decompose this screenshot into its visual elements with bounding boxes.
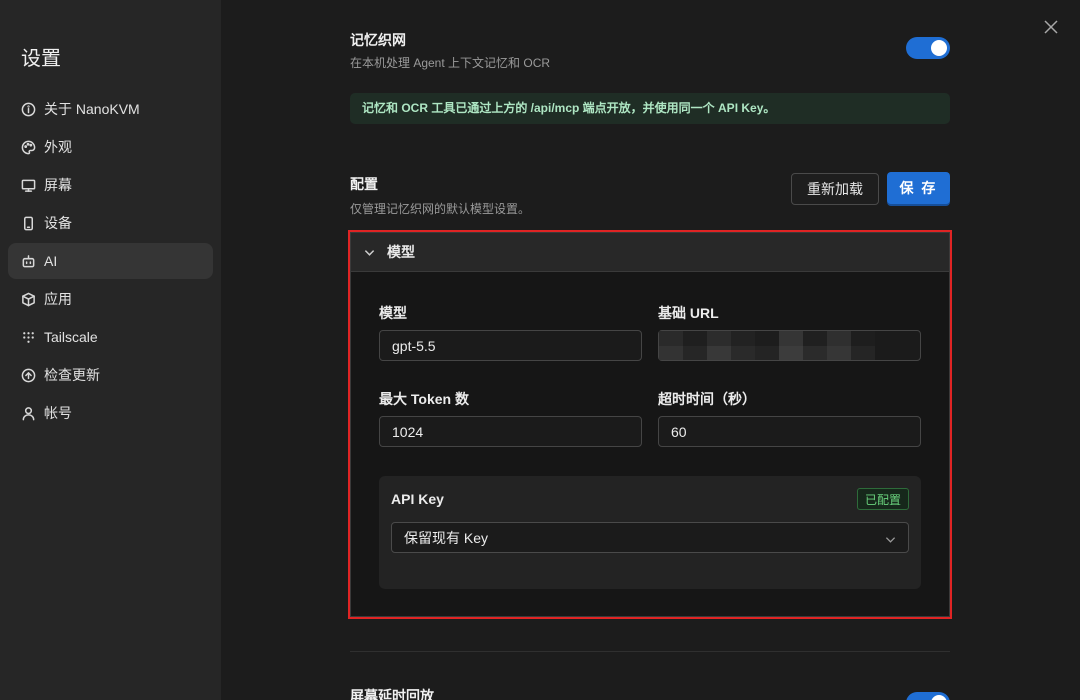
sidebar-item-apps[interactable]: 应用: [8, 281, 213, 317]
status-badge: 已配置: [857, 488, 909, 510]
memory-section-title: 记忆织网: [350, 32, 406, 48]
memory-toggle[interactable]: [906, 37, 950, 59]
sidebar-item-screen[interactable]: 屏幕: [8, 167, 213, 203]
sidebar-item-label: Tailscale: [44, 329, 98, 345]
sidebar-item-ai[interactable]: AI: [8, 243, 213, 279]
save-button[interactable]: 保 存: [887, 172, 950, 204]
toggle-knob: [931, 40, 947, 56]
timeout-input[interactable]: 60: [658, 416, 921, 447]
close-button[interactable]: [1043, 19, 1061, 37]
redacted-url-mosaic: [659, 331, 877, 360]
chevron-down-icon: [885, 532, 896, 543]
model-label: 模型: [379, 305, 407, 321]
toggle-knob: [931, 695, 947, 700]
sidebar-item-account[interactable]: 帐号: [8, 395, 213, 431]
config-section-title: 配置: [350, 176, 378, 192]
chevron-down-icon: [364, 249, 375, 256]
api-key-select[interactable]: 保留现有 Key: [391, 522, 909, 553]
sidebar-item-label: 设备: [44, 215, 72, 231]
user-icon: [20, 405, 36, 421]
info-icon: [20, 101, 36, 117]
replay-section-title: 屏幕延时回放: [350, 688, 434, 700]
timeout-label: 超时时间（秒）: [658, 391, 756, 407]
base-url-input[interactable]: [658, 330, 921, 361]
sidebar-item-label: 屏幕: [44, 177, 72, 193]
sidebar-item-about[interactable]: 关于 NanoKVM: [8, 91, 213, 127]
sidebar-item-device[interactable]: 设备: [8, 205, 213, 241]
max-tokens-label: 最大 Token 数: [379, 391, 469, 407]
sidebar-item-label: 检查更新: [44, 367, 100, 383]
sidebar-item-label: 外观: [44, 139, 72, 155]
bot-icon: [20, 253, 36, 269]
settings-sidebar: 设置 关于 NanoKVM 外观 屏幕 设备 AI 应用 Tailscale 检…: [0, 0, 221, 700]
grid-dots-icon: [20, 329, 36, 345]
model-panel-title: 模型: [387, 244, 415, 260]
sidebar-item-tailscale[interactable]: Tailscale: [8, 319, 213, 355]
replay-toggle[interactable]: [906, 692, 950, 700]
reload-button[interactable]: 重新加载: [791, 173, 879, 205]
device-icon: [20, 215, 36, 231]
model-input[interactable]: gpt-5.5: [379, 330, 642, 361]
section-divider: [350, 651, 950, 652]
sidebar-title: 设置: [21, 48, 61, 70]
sidebar-item-label: 帐号: [44, 405, 72, 421]
sidebar-item-label: AI: [44, 253, 58, 269]
memory-section-description: 在本机处理 Agent 上下文记忆和 OCR: [350, 56, 551, 70]
config-section-description: 仅管理记忆织网的默认模型设置。: [350, 202, 531, 216]
api-key-label: API Key: [391, 491, 444, 507]
sidebar-item-check-update[interactable]: 检查更新: [8, 357, 213, 393]
mcp-notice: 记忆和 OCR 工具已通过上方的 /api/mcp 端点开放，并使用同一个 AP…: [350, 93, 950, 124]
sidebar-item-appearance[interactable]: 外观: [8, 129, 213, 165]
sidebar-item-label: 应用: [44, 291, 72, 307]
arrow-up-circle-icon: [20, 367, 36, 383]
model-panel-header[interactable]: 模型: [351, 233, 949, 272]
sidebar-item-label: 关于 NanoKVM: [44, 101, 140, 117]
palette-icon: [20, 139, 36, 155]
sidebar-nav: 关于 NanoKVM 外观 屏幕 设备 AI 应用 Tailscale 检查更新…: [8, 91, 213, 433]
max-tokens-input[interactable]: 1024: [379, 416, 642, 447]
close-icon: [1043, 20, 1059, 39]
monitor-icon: [20, 177, 36, 193]
api-key-select-value: 保留现有 Key: [404, 529, 489, 546]
base-url-label: 基础 URL: [658, 305, 719, 321]
package-icon: [20, 291, 36, 307]
